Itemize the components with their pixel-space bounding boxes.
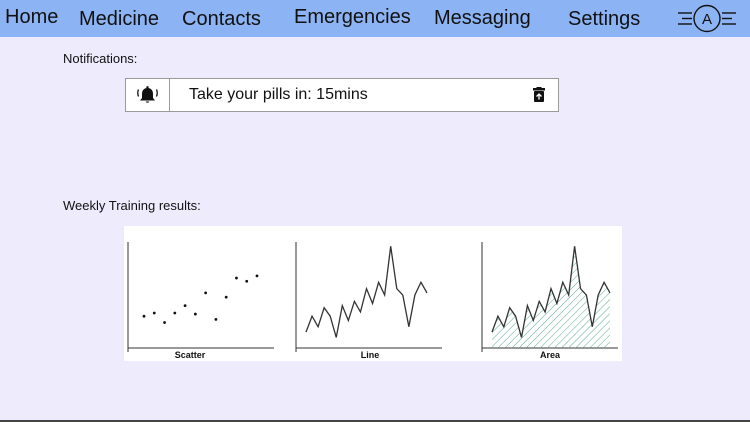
top-nav-bar: Home Medicine Contacts Emergencies Messa… [0,0,750,37]
line-series [305,246,428,338]
scatter-chart [127,242,274,352]
line-chart [295,242,442,352]
nav-medicine[interactable]: Medicine [79,6,159,32]
scatter-point [183,304,187,307]
notification-item[interactable]: Take your pills in: 15mins [125,78,559,112]
scatter-chart-caption: Scatter [174,350,206,360]
scatter-point [152,311,156,315]
training-charts-panel: Scatter Line Area [124,226,622,361]
area-chart [481,242,618,352]
scatter-point [204,291,208,295]
scatter-point [193,312,197,316]
notification-text: Take your pills in: 15mins [189,86,368,103]
scatter-point [142,314,146,318]
scatter-point [255,274,259,278]
nav-home[interactable]: Home [5,4,58,30]
training-results-heading: Weekly Training results: [63,198,201,213]
scatter-point [173,311,177,315]
scatter-point [245,279,249,283]
user-avatar-button[interactable]: A [676,3,738,34]
scatter-point [163,321,166,324]
area-fill [492,246,610,348]
line-chart-caption: Line [360,350,380,360]
delete-icon [533,87,545,102]
bell-icon-cell [126,79,170,111]
area-chart-caption: Area [539,350,560,360]
scatter-point [235,276,238,280]
delete-notification-button[interactable] [532,87,546,103]
scatter-point [224,295,228,299]
bell-icon [137,86,158,103]
notifications-heading: Notifications: [63,51,138,66]
scatter-point [214,317,218,321]
nav-emergencies[interactable]: Emergencies [294,4,411,30]
nav-messaging[interactable]: Messaging [434,5,531,31]
avatar-initial: A [702,11,712,28]
nav-contacts[interactable]: Contacts [182,6,261,32]
nav-settings[interactable]: Settings [568,6,640,32]
avatar-icon: A [678,4,736,33]
